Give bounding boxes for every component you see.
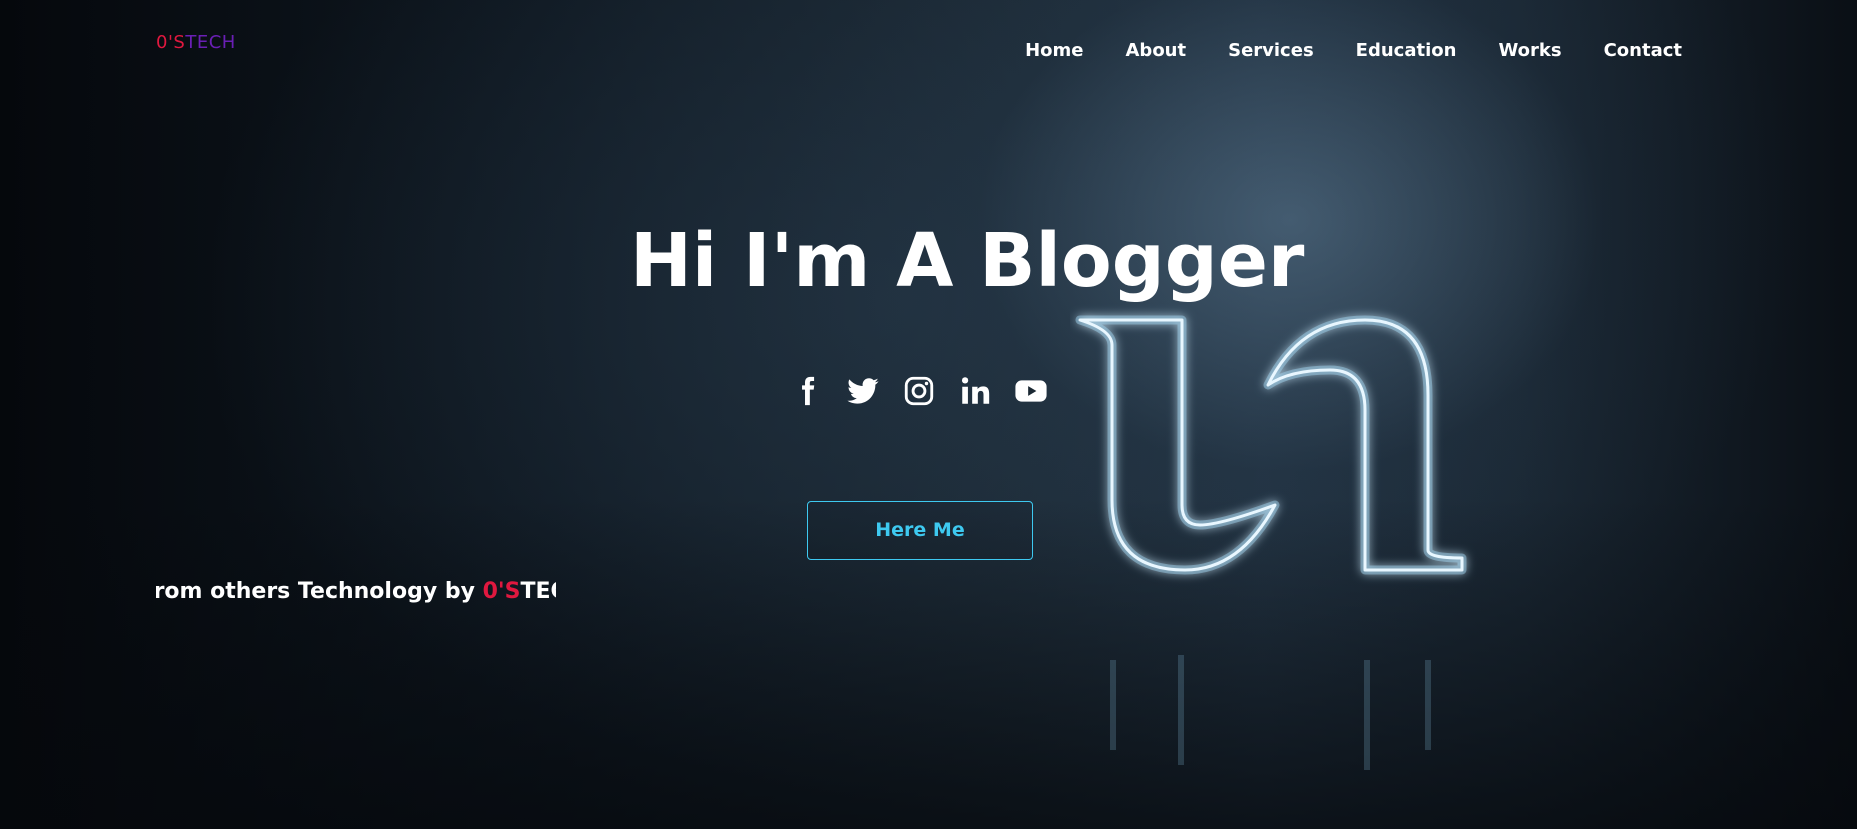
logo[interactable]: 0'STECH	[156, 32, 236, 53]
marquee-text: from others Technology by 0'STECH	[156, 579, 556, 604]
instagram-icon[interactable]	[902, 374, 936, 408]
nav-home[interactable]: Home	[1025, 40, 1083, 61]
marquee-body: from others Technology by	[156, 579, 483, 604]
marquee-brand-red: 0'S	[482, 579, 521, 604]
hero-title: Hi I'm A Blogger	[630, 218, 1305, 304]
nav-contact[interactable]: Contact	[1604, 40, 1682, 61]
twitter-icon[interactable]	[846, 374, 880, 408]
linkedin-icon[interactable]	[958, 374, 992, 408]
logo-part-purple: TECH	[185, 32, 236, 53]
neon-logo-graphic	[1075, 315, 1467, 575]
nav-works[interactable]: Works	[1498, 40, 1561, 61]
logo-part-red: 0'S	[156, 32, 186, 53]
here-me-button[interactable]: Here Me	[807, 501, 1033, 560]
neon-reflection	[1110, 655, 1431, 770]
social-links	[790, 374, 1048, 408]
youtube-icon[interactable]	[1014, 374, 1048, 408]
nav-about[interactable]: About	[1126, 40, 1187, 61]
nav-education[interactable]: Education	[1356, 40, 1457, 61]
facebook-icon[interactable]	[790, 374, 824, 408]
marquee-brand-rest: TECH	[520, 579, 556, 604]
hero-page: 0'STECH Home About Services Education Wo…	[0, 0, 1857, 829]
main-nav: Home About Services Education Works Cont…	[1025, 40, 1682, 61]
marquee-inner: from others Technology by 0'STECH	[156, 579, 556, 604]
nav-services[interactable]: Services	[1228, 40, 1314, 61]
